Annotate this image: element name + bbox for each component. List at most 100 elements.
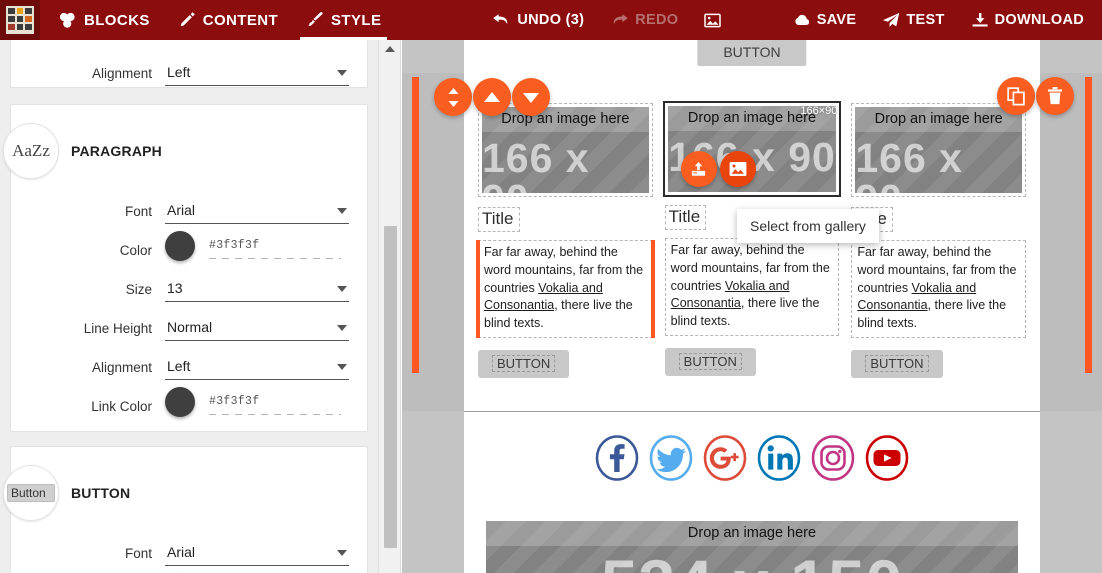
paragraph-color-hex[interactable]: #3f3f3f xyxy=(209,239,259,252)
section-edge-right-2 xyxy=(1026,73,1102,411)
linkedin-icon[interactable] xyxy=(755,434,803,482)
card-3-image-slot[interactable]: Drop an image here 166 x 90 xyxy=(851,103,1027,197)
row-paragraph-alignment: Alignment Left xyxy=(25,341,351,380)
paragraph-preview-avatar: AaZz xyxy=(3,123,59,179)
paper-plane-icon xyxy=(882,12,900,28)
paragraph-color-swatch[interactable] xyxy=(165,231,195,261)
card-2-size-badge: 166×90 xyxy=(800,105,838,117)
label-paragraph-alignment: Alignment xyxy=(91,360,152,375)
card-2-gallery-button[interactable] xyxy=(719,151,756,187)
section-edge-left-4 xyxy=(402,503,478,573)
card-1-button[interactable]: BUTTON xyxy=(478,349,570,378)
section-edge-left-3 xyxy=(402,411,478,503)
label-button-font: Font xyxy=(124,546,152,561)
tab-style[interactable]: STYLE xyxy=(292,0,395,40)
row-paragraph-font: Font Arial xyxy=(25,185,351,224)
card-2-upload-image-button[interactable] xyxy=(680,151,717,187)
canvas-section-banner[interactable]: Drop an image here 534 x 150 xyxy=(402,503,1102,573)
canvas-section-above[interactable]: BUTTON xyxy=(402,40,1102,73)
redo-button[interactable]: REDO xyxy=(597,0,691,40)
youtube-icon[interactable] xyxy=(863,434,911,482)
paragraph-alignment-value: Left xyxy=(167,358,191,374)
label-paragraph-lineheight: Line Height xyxy=(83,321,152,336)
download-label: DOWNLOAD xyxy=(994,12,1084,28)
card-2-title[interactable]: Title xyxy=(664,205,707,230)
chevron-down-icon xyxy=(337,70,347,76)
button-font-select[interactable]: Arial xyxy=(165,544,349,566)
row-button-textcolor: Text Color #3f3f3f xyxy=(25,566,351,573)
section-selection-bar-left xyxy=(412,77,419,373)
delete-section-button[interactable] xyxy=(1036,77,1074,115)
card-1-title[interactable]: Title xyxy=(478,207,520,232)
duplicate-section-button[interactable] xyxy=(997,77,1035,115)
page-canvas[interactable]: BUTTON Drop an image here 166 x Title Fa… xyxy=(402,40,1102,573)
row-paragraph-color: Color #3f3f3f xyxy=(25,224,351,263)
card-1-dims: 166 x 90 xyxy=(482,135,590,194)
card-1-selection-bar-right xyxy=(650,240,655,338)
instagram-icon[interactable] xyxy=(809,434,857,482)
google-plus-icon[interactable] xyxy=(701,434,749,482)
download-icon xyxy=(971,12,989,28)
section-edge-right-4 xyxy=(1026,503,1102,573)
tab-content[interactable]: CONTENT xyxy=(164,0,292,40)
paragraph-size-select[interactable]: 13 xyxy=(165,280,349,302)
alignment-select-top-value: Left xyxy=(167,64,191,80)
paragraph-linkcolor-swatch[interactable] xyxy=(165,387,195,417)
panel-header-paragraph: AaZz PARAGRAPH xyxy=(3,111,351,185)
card-1-selection-bar-left xyxy=(476,240,480,338)
paragraph-size-value: 13 xyxy=(167,280,183,296)
media-library-button[interactable] xyxy=(691,0,734,40)
paragraph-preview-text: AaZz xyxy=(12,141,50,160)
row-button-font: Font Arial xyxy=(25,527,351,566)
button-preview-avatar: Button xyxy=(3,465,59,521)
row-paragraph-linkcolor: Link Color #3f3f3f xyxy=(25,380,351,419)
move-section-down-button[interactable] xyxy=(512,78,550,116)
label-paragraph-font: Font xyxy=(124,204,152,219)
pencil-icon xyxy=(178,11,196,29)
test-button[interactable]: TEST xyxy=(869,0,957,40)
save-button[interactable]: SAVE xyxy=(779,0,870,40)
card-2-paragraph[interactable]: Far far away, behind the word mountains,… xyxy=(664,238,840,336)
card-3-paragraph[interactable]: Far far away, behind the word mountains,… xyxy=(851,240,1027,338)
canvas-section-social[interactable] xyxy=(402,411,1102,503)
canvas-section-cards[interactable]: Drop an image here 166 x 90 Title Far fa… xyxy=(402,73,1102,411)
card-2-image-slot[interactable]: Drop an image here 166 x 90 166×90 xyxy=(662,101,842,197)
panel-title-paragraph: PARAGRAPH xyxy=(71,143,162,159)
card-2-button-label: BUTTON xyxy=(678,352,742,370)
banner-image-placeholder[interactable]: Drop an image here 534 x 150 xyxy=(486,521,1018,573)
move-section-button[interactable] xyxy=(434,78,472,116)
sidebar-scrollbar-thumb[interactable] xyxy=(384,226,397,548)
card-1-paragraph[interactable]: Far far away, behind the word mountains,… xyxy=(478,240,653,338)
top-toolbar: BLOCKS CONTENT STYLE UNDO (3) REDO SAVE … xyxy=(0,0,1102,40)
alignment-select-top[interactable]: Left xyxy=(165,64,349,86)
paragraph-alignment-select[interactable]: Left xyxy=(165,358,349,380)
card-2-button[interactable]: BUTTON xyxy=(664,347,756,376)
paragraph-lineheight-select[interactable]: Normal xyxy=(165,319,349,341)
section-edge-right-3 xyxy=(1026,411,1102,503)
card-1-drop-label: Drop an image here xyxy=(482,107,649,132)
card-item-1[interactable]: Drop an image here 166 x 90 Title Far fa… xyxy=(476,103,655,378)
scroll-up-arrow-icon[interactable] xyxy=(384,46,395,52)
card-1-image-placeholder[interactable]: Drop an image here 166 x 90 xyxy=(482,107,649,193)
paragraph-font-select[interactable]: Arial xyxy=(165,202,349,224)
card-3-image-placeholder[interactable]: Drop an image here 166 x 90 xyxy=(855,107,1023,193)
facebook-icon[interactable] xyxy=(593,434,641,482)
card-1-image-slot[interactable]: Drop an image here 166 x 90 xyxy=(478,103,653,197)
twitter-icon[interactable] xyxy=(647,434,695,482)
paragraph-font-value: Arial xyxy=(167,202,196,218)
above-section-button-placeholder[interactable]: BUTTON xyxy=(697,40,807,66)
chevron-down-icon xyxy=(337,364,347,370)
undo-button[interactable]: UNDO (3) xyxy=(479,0,597,40)
label-paragraph-linkcolor: Link Color xyxy=(91,399,152,414)
sidebar-scrollbar[interactable] xyxy=(378,40,401,573)
duplicate-section-icon xyxy=(1006,86,1026,106)
download-button[interactable]: DOWNLOAD xyxy=(958,0,1102,40)
app-logo[interactable] xyxy=(0,0,40,40)
tab-blocks[interactable]: BLOCKS xyxy=(40,0,164,40)
image-icon xyxy=(704,13,722,28)
paragraph-linkcolor-hex[interactable]: #3f3f3f xyxy=(209,395,259,408)
redo-label: REDO xyxy=(635,12,679,28)
row-label-alignment-top: Alignment xyxy=(91,66,152,81)
card-3-button[interactable]: BUTTON xyxy=(851,349,943,378)
move-section-up-button[interactable] xyxy=(473,78,511,116)
